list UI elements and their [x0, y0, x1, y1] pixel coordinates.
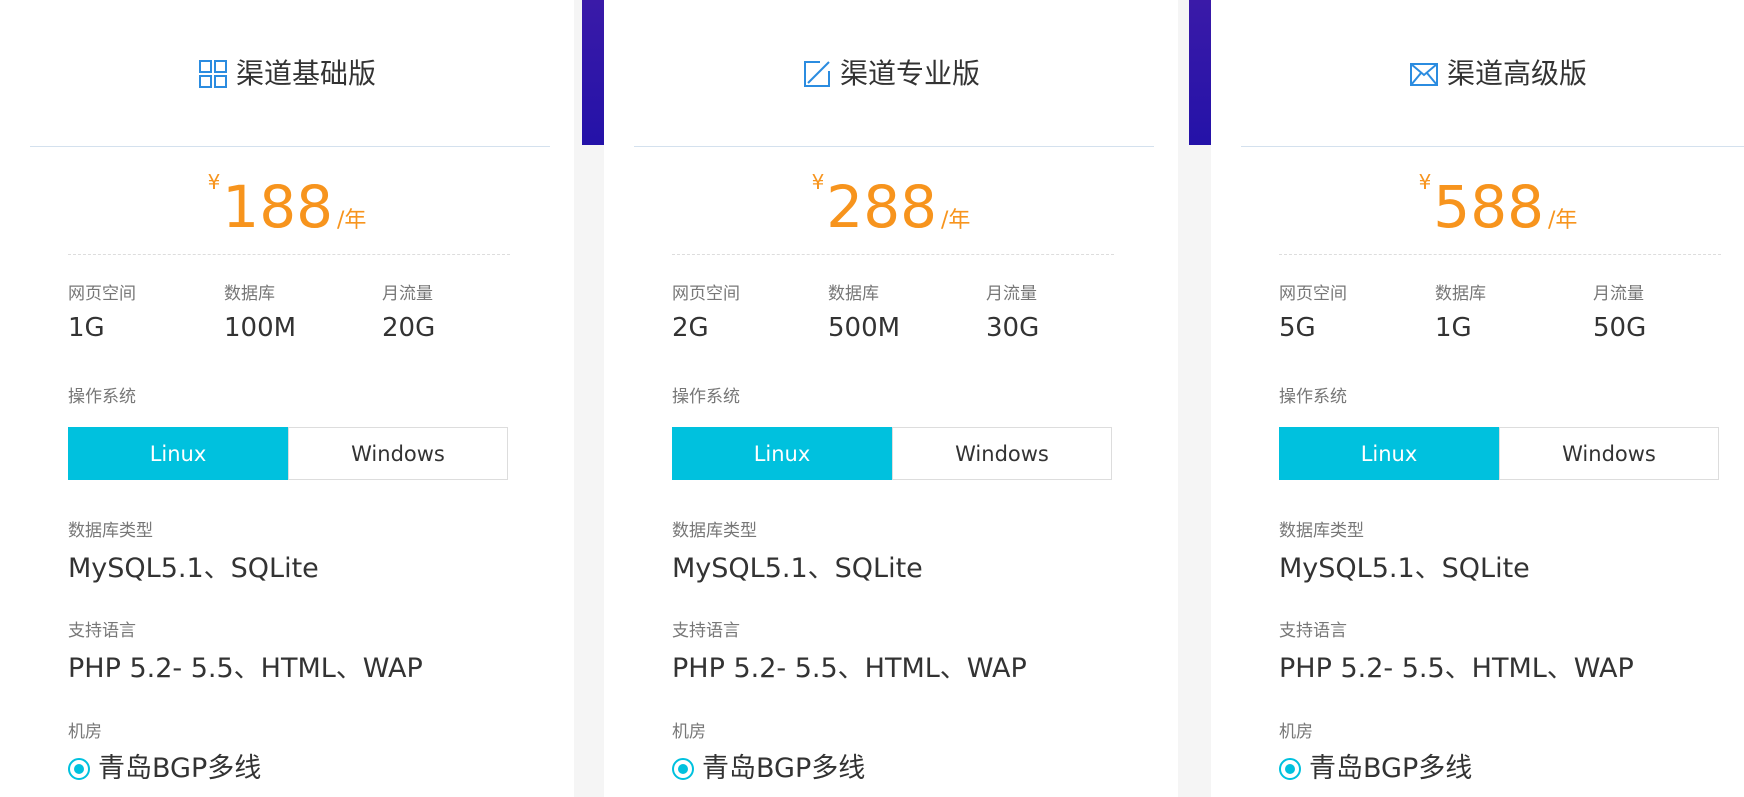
os-selector: Linux Windows — [1279, 427, 1719, 480]
datacenter-label: 机房 — [672, 722, 706, 742]
plan-title: 渠道基础版 — [0, 56, 574, 92]
edit-square-icon — [803, 61, 830, 87]
os-option-windows[interactable]: Windows — [288, 427, 508, 480]
plan-name: 渠道高级版 — [1446, 57, 1587, 90]
plan-price: ¥288/年 — [604, 170, 1178, 240]
spec-value: 1G — [1435, 313, 1472, 343]
spec-value: 1G — [68, 313, 105, 343]
languages-value: PHP 5.2- 5.5、HTML、WAP — [1279, 653, 1634, 684]
title-divider — [30, 146, 550, 147]
languages-value: PHP 5.2- 5.5、HTML、WAP — [672, 653, 1027, 684]
envelope-x-icon — [1409, 63, 1438, 86]
spec-monthly-traffic: 月流量 20G — [382, 284, 435, 344]
plan-name: 渠道基础版 — [235, 57, 376, 90]
spec-label: 网页空间 — [1279, 284, 1347, 304]
spec-label: 数据库 — [224, 284, 275, 304]
spec-label: 月流量 — [986, 284, 1037, 304]
spec-database: 数据库 1G — [1435, 284, 1486, 344]
spec-value: 100M — [224, 313, 297, 343]
datacenter-option[interactable]: 青岛BGP多线 — [672, 752, 865, 786]
section-divider-bar — [582, 0, 604, 145]
spec-web-space: 网页空间 2G — [672, 284, 740, 344]
price-amount: 588 — [1433, 173, 1545, 241]
price-unit: /年 — [1548, 208, 1578, 233]
spec-value: 2G — [672, 313, 709, 343]
os-label: 操作系统 — [672, 387, 740, 407]
spec-value: 500M — [828, 313, 901, 343]
spec-label: 月流量 — [382, 284, 433, 304]
os-selector: Linux Windows — [672, 427, 1112, 480]
spec-value: 30G — [986, 313, 1040, 343]
spec-monthly-traffic: 月流量 30G — [986, 284, 1039, 344]
price-currency: ¥ — [811, 170, 825, 194]
datacenter-value: 青岛BGP多线 — [1309, 753, 1473, 784]
languages-label: 支持语言 — [68, 621, 136, 641]
plan-name: 渠道专业版 — [839, 57, 980, 90]
db-type-label: 数据库类型 — [1279, 521, 1364, 541]
spec-monthly-traffic: 月流量 50G — [1593, 284, 1646, 344]
radio-selected-icon[interactable] — [1279, 758, 1301, 780]
spec-database: 数据库 100M — [224, 284, 296, 344]
spec-label: 月流量 — [1593, 284, 1644, 304]
spec-web-space: 网页空间 5G — [1279, 284, 1347, 344]
languages-label: 支持语言 — [672, 621, 740, 641]
radio-selected-icon[interactable] — [672, 758, 694, 780]
plan-card-basic: 渠道基础版 ¥188/年 网页空间 1G 数据库 100M 月流量 20G 操作… — [0, 0, 574, 797]
os-selector: Linux Windows — [68, 427, 508, 480]
plan-price: ¥588/年 — [1211, 170, 1744, 240]
plan-title: 渠道高级版 — [1211, 56, 1744, 92]
db-type-label: 数据库类型 — [68, 521, 153, 541]
section-divider-bar — [1189, 0, 1211, 145]
radio-selected-icon[interactable] — [68, 758, 90, 780]
db-type-value: MySQL5.1、SQLite — [672, 553, 923, 584]
languages-label: 支持语言 — [1279, 621, 1347, 641]
db-type-label: 数据库类型 — [672, 521, 757, 541]
os-label: 操作系统 — [68, 387, 136, 407]
plan-title: 渠道专业版 — [604, 56, 1178, 92]
spec-value: 20G — [382, 313, 436, 343]
os-option-linux[interactable]: Linux — [68, 427, 288, 480]
price-currency: ¥ — [1418, 170, 1432, 194]
db-type-value: MySQL5.1、SQLite — [68, 553, 319, 584]
db-type-value: MySQL5.1、SQLite — [1279, 553, 1530, 584]
price-currency: ¥ — [207, 170, 221, 194]
datacenter-value: 青岛BGP多线 — [98, 753, 262, 784]
datacenter-option[interactable]: 青岛BGP多线 — [68, 752, 261, 786]
datacenter-label: 机房 — [1279, 722, 1313, 742]
price-amount: 288 — [826, 173, 938, 241]
price-divider — [672, 254, 1114, 255]
languages-value: PHP 5.2- 5.5、HTML、WAP — [68, 653, 423, 684]
plan-price: ¥188/年 — [0, 170, 574, 240]
datacenter-label: 机房 — [68, 722, 102, 742]
spec-value: 50G — [1593, 313, 1647, 343]
spec-value: 5G — [1279, 313, 1316, 343]
price-divider — [68, 254, 510, 255]
spec-label: 网页空间 — [672, 284, 740, 304]
datacenter-option[interactable]: 青岛BGP多线 — [1279, 752, 1472, 786]
price-amount: 188 — [222, 173, 334, 241]
title-divider — [1241, 146, 1744, 147]
grid-icon — [198, 60, 227, 88]
os-label: 操作系统 — [1279, 387, 1347, 407]
os-option-windows[interactable]: Windows — [1499, 427, 1719, 480]
spec-label: 网页空间 — [68, 284, 136, 304]
spec-web-space: 网页空间 1G — [68, 284, 136, 344]
os-option-linux[interactable]: Linux — [1279, 427, 1499, 480]
spec-database: 数据库 500M — [828, 284, 900, 344]
plan-card-advanced: 渠道高级版 ¥588/年 网页空间 5G 数据库 1G 月流量 50G 操作系统… — [1211, 0, 1744, 797]
price-unit: /年 — [941, 208, 971, 233]
pricing-plans: 渠道基础版 ¥188/年 网页空间 1G 数据库 100M 月流量 20G 操作… — [0, 0, 1744, 797]
price-unit: /年 — [337, 208, 367, 233]
os-option-linux[interactable]: Linux — [672, 427, 892, 480]
os-option-windows[interactable]: Windows — [892, 427, 1112, 480]
spec-label: 数据库 — [1435, 284, 1486, 304]
price-divider — [1279, 254, 1721, 255]
datacenter-value: 青岛BGP多线 — [702, 753, 866, 784]
title-divider — [634, 146, 1154, 147]
spec-label: 数据库 — [828, 284, 879, 304]
plan-card-pro: 渠道专业版 ¥288/年 网页空间 2G 数据库 500M 月流量 30G 操作… — [604, 0, 1178, 797]
